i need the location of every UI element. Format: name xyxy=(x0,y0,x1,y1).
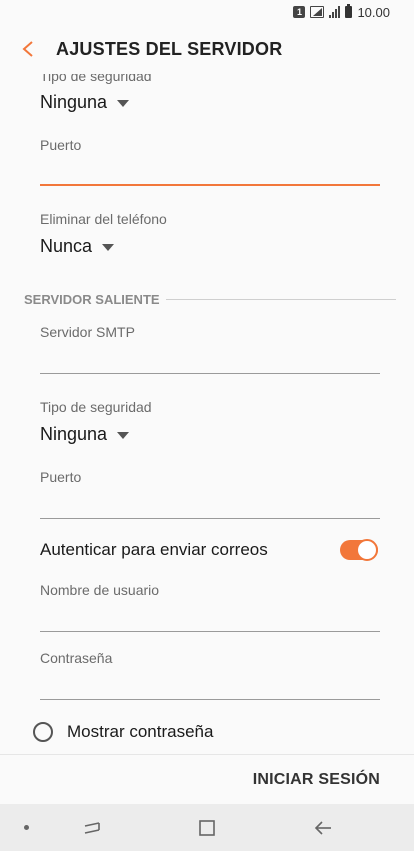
outgoing-port-input[interactable] xyxy=(40,491,380,519)
toggle-knob xyxy=(356,539,378,561)
outgoing-security-label: Tipo de seguridad xyxy=(40,399,152,415)
username-input[interactable] xyxy=(40,604,380,632)
password-label: Contraseña xyxy=(40,650,113,666)
clock: 10.00 xyxy=(357,4,390,20)
incoming-security-dropdown[interactable]: Ninguna xyxy=(40,92,130,113)
footer-action-bar: INICIAR SESIÓN xyxy=(0,754,414,804)
page-title: AJUSTES DEL SERVIDOR xyxy=(56,38,283,59)
incoming-port-input[interactable] xyxy=(40,158,380,186)
settings-form[interactable]: Tipo de seguridad Ninguna Puerto Elimina… xyxy=(0,74,414,754)
nav-back-button[interactable] xyxy=(311,816,335,840)
back-arrow-icon xyxy=(22,41,33,57)
section-divider xyxy=(165,299,396,300)
back-button[interactable] xyxy=(0,24,56,74)
delete-from-phone-value: Nunca xyxy=(40,236,93,256)
status-bar: 1 10.00 xyxy=(0,0,414,24)
outgoing-security-value: Ninguna xyxy=(40,424,108,444)
app-bar: AJUSTES DEL SERVIDOR xyxy=(0,24,414,74)
delete-from-phone-dropdown[interactable]: Nunca xyxy=(40,236,115,257)
smtp-server-input[interactable] xyxy=(40,346,380,374)
signin-button[interactable]: INICIAR SESIÓN xyxy=(253,771,380,789)
home-button[interactable] xyxy=(195,816,219,840)
outgoing-port-label: Puerto xyxy=(40,469,82,485)
dropdown-caret-icon xyxy=(117,432,130,439)
recent-apps-button[interactable] xyxy=(80,816,104,840)
outgoing-section-header: SERVIDOR SALIENTE xyxy=(24,292,396,307)
auth-toggle-row[interactable]: Autenticar para enviar correos xyxy=(40,539,378,561)
show-password-checkbox[interactable] xyxy=(33,722,53,742)
system-nav-bar xyxy=(0,804,414,851)
show-password-label: Mostrar contraseña xyxy=(67,722,214,741)
smtp-server-label: Servidor SMTP xyxy=(40,324,135,340)
incoming-security-label: Tipo de seguridad xyxy=(40,74,152,84)
signal-icon xyxy=(329,6,341,18)
password-input[interactable] xyxy=(40,672,380,700)
auth-toggle-switch[interactable] xyxy=(340,539,378,561)
sim-icon: 1 xyxy=(293,6,306,18)
show-password-option[interactable]: Mostrar contraseña xyxy=(33,722,213,742)
home-icon xyxy=(199,820,215,836)
outgoing-security-dropdown[interactable]: Ninguna xyxy=(40,424,130,445)
username-label: Nombre de usuario xyxy=(40,582,160,598)
battery-icon xyxy=(345,4,353,18)
recent-apps-icon xyxy=(84,822,100,834)
incoming-port-label: Puerto xyxy=(40,137,82,153)
auth-toggle-label: Autenticar para enviar correos xyxy=(40,540,268,559)
signal-box-icon xyxy=(310,6,325,18)
dropdown-caret-icon xyxy=(117,100,130,107)
nav-dot-icon xyxy=(24,825,29,830)
back-icon xyxy=(314,821,331,835)
incoming-security-value: Ninguna xyxy=(40,92,108,112)
dropdown-caret-icon xyxy=(102,244,115,251)
outgoing-section-title: SERVIDOR SALIENTE xyxy=(24,292,160,307)
delete-from-phone-label: Eliminar del teléfono xyxy=(40,211,167,227)
